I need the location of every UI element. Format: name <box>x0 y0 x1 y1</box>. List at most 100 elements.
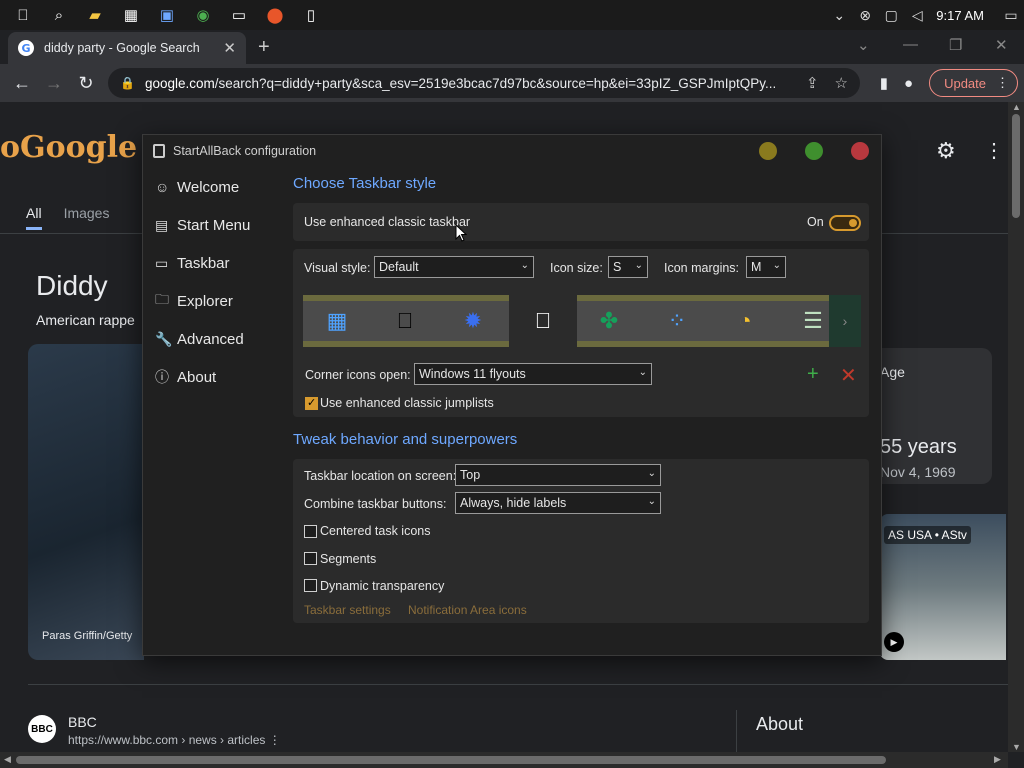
pacman-style-icon[interactable]: ◔ <box>711 295 779 347</box>
apple-dark-style-icon[interactable]:  <box>371 295 439 347</box>
clock[interactable]: 9:17 AM <box>936 8 984 23</box>
notification-icon[interactable]: ▭ <box>1000 4 1022 26</box>
section-title-tweak: Tweak behavior and superpowers <box>293 431 518 448</box>
location-select[interactable]: Top ⌄ <box>455 464 661 486</box>
centered-icons-checkbox[interactable] <box>304 525 317 538</box>
centered-icons-label: Centered task icons <box>320 524 431 538</box>
sidebar-item-welcome[interactable]: ☺ Welcome <box>155 172 285 202</box>
folder-icon: 🗀 <box>155 291 169 307</box>
visual-style-label: Visual style: <box>304 261 371 275</box>
knowledge-panel-photo[interactable] <box>28 344 144 660</box>
book-icon[interactable]: ▯ <box>298 4 324 26</box>
profile-icon[interactable]: ● <box>904 75 913 92</box>
address-bar: ← → ↻ 🔒 google.com/search?q=diddy+party&… <box>0 64 1024 102</box>
sidebar-item-explorer[interactable]: 🗀 Explorer <box>155 286 285 316</box>
minimize-button[interactable]: — <box>903 36 918 53</box>
jumplists-checkbox[interactable] <box>305 396 318 410</box>
volume-icon[interactable]: ◁ <box>906 4 928 26</box>
terminal-icon[interactable]: ▭ <box>226 4 252 26</box>
tab-images[interactable]: Images <box>64 205 110 230</box>
maps-icon[interactable]: ⬤ <box>262 4 288 26</box>
close-window-button[interactable]: ✕ <box>995 36 1008 54</box>
forward-button[interactable]: → <box>38 73 70 94</box>
chrome-icon[interactable]: ◉ <box>190 4 216 26</box>
apple-icon[interactable]:  <box>10 4 36 26</box>
reload-button[interactable]: ↻ <box>70 73 102 94</box>
omnibox[interactable]: 🔒 google.com/search?q=diddy+party&sca_es… <box>108 68 860 98</box>
share-icon[interactable]: ⇪ <box>806 74 819 92</box>
notification-area-icons-link[interactable]: Notification Area icons <box>408 603 527 617</box>
apple-white-style-icon[interactable]:  <box>509 295 577 347</box>
sidebar-item-about[interactable]: ⓘ About <box>155 362 285 392</box>
scrollbar-thumb[interactable] <box>16 756 886 764</box>
taskbar-settings-link[interactable]: Taskbar settings <box>304 603 391 617</box>
google-favicon-icon: G <box>18 40 34 56</box>
new-tab-button[interactable]: + <box>258 36 270 59</box>
settings-gear-icon[interactable]: ⚙ <box>936 138 956 164</box>
result-url[interactable]: https://www.bbc.com › news › articles ⋮ <box>68 733 281 747</box>
corner-icons-select[interactable]: Windows 11 flyouts ⌄ <box>414 363 652 385</box>
vertical-scrollbar[interactable]: ▲ ▼ <box>1008 102 1024 752</box>
dialog-title: StartAllBack configuration <box>173 144 317 158</box>
visual-style-select[interactable]: Default ⌄ <box>374 256 534 278</box>
side-panel-icon[interactable]: ▮ <box>880 74 888 92</box>
lock-icon[interactable]: 🔒 <box>120 76 135 90</box>
photo-credit: Paras Griffin/Getty <box>42 630 133 642</box>
blue-flower-style-icon[interactable]: ✹ <box>439 295 507 347</box>
sidebar-item-taskbar[interactable]: ▭ Taskbar <box>155 248 285 278</box>
close-icon[interactable]: ✕ <box>840 363 857 388</box>
enhanced-taskbar-toggle[interactable] <box>829 215 861 231</box>
url-text[interactable]: google.com/search?q=diddy+party&sca_esv=… <box>145 76 790 91</box>
segments-checkbox[interactable] <box>304 552 317 565</box>
taskbar-icon: ▭ <box>155 254 169 271</box>
icon-size-select[interactable]: S ⌄ <box>608 256 648 278</box>
update-button[interactable]: Update ⋮ <box>929 69 1018 97</box>
back-button[interactable]: ← <box>6 73 38 94</box>
icon-margins-select[interactable]: M ⌄ <box>746 256 786 278</box>
dots-style-icon[interactable]: ⁘ <box>643 295 711 347</box>
corner-icons-label: Corner icons open: <box>305 368 411 382</box>
chevron-right-icon[interactable]: › <box>829 295 861 347</box>
search-icon[interactable]: ⌕ <box>46 4 72 26</box>
tab-all[interactable]: All <box>26 205 42 230</box>
result-source-name[interactable]: BBC <box>68 714 97 730</box>
clover-style-icon[interactable]: ✤ <box>575 295 643 347</box>
combine-select[interactable]: Always, hide labels ⌄ <box>455 492 661 514</box>
tab-title: diddy party - Google Search <box>44 41 200 55</box>
image-app-icon[interactable]: ▣ <box>154 4 180 26</box>
search-tabs: All Images <box>26 205 131 230</box>
grid-app-icon[interactable]: ▦ <box>118 4 144 26</box>
taskbar-style-strip[interactable]: ▦  ✹  ✤ ⁘ ◔ ☰ › <box>303 295 861 347</box>
toggle-state-label: On <box>807 215 824 229</box>
tab-search-icon[interactable]: ⌄ <box>857 36 870 54</box>
network-icon[interactable]: ⊗ <box>854 4 876 26</box>
system-tray: ⌄ ⊗ ▢ ◁ 9:17 AM ▭ <box>826 0 1024 30</box>
close-tab-icon[interactable]: ✕ <box>223 39 236 57</box>
maximize-dot-button[interactable] <box>805 142 823 160</box>
google-doodle-logo[interactable]: oGoogle <box>0 130 137 165</box>
startallback-app-icon <box>153 144 165 158</box>
plus-icon[interactable]: + <box>807 363 819 386</box>
more-options-icon: ⋮ <box>268 733 281 747</box>
knowledge-panel-subtitle: American rappe <box>36 312 135 328</box>
chevron-down-icon: ⌄ <box>520 260 529 271</box>
scrollbar-thumb[interactable] <box>1012 114 1020 218</box>
chevron-down-icon[interactable]: ⌄ <box>828 4 850 26</box>
chevron-down-icon: ⌄ <box>638 367 647 378</box>
scroll-right-icon: ▶ <box>994 754 1001 764</box>
bookmark-star-icon[interactable]: ☆ <box>835 74 848 92</box>
windows11-style-icon[interactable]: ▦ <box>303 295 371 347</box>
folder-icon[interactable]: ▰ <box>82 4 108 26</box>
dynamic-transparency-checkbox[interactable] <box>304 579 317 592</box>
browser-tab[interactable]: G diddy party - Google Search ✕ <box>8 32 246 64</box>
close-dot-button[interactable] <box>851 142 869 160</box>
display-icon[interactable]: ▢ <box>880 4 902 26</box>
minimize-dot-button[interactable] <box>759 142 777 160</box>
restore-button[interactable]: ❐ <box>949 36 962 54</box>
play-icon[interactable]: ▶ <box>884 632 904 652</box>
sidebar-item-start-menu[interactable]: ▤ Start Menu <box>155 210 285 240</box>
startallback-dialog: StartAllBack configuration ☺ Welcome ▤ Sta… <box>142 134 882 656</box>
sidebar-item-advanced[interactable]: 🔧 Advanced <box>155 324 285 354</box>
horizontal-scrollbar[interactable]: ◀ ▶ <box>0 752 1008 768</box>
browser-tabstrip: G diddy party - Google Search ✕ + ⌄ — ❐ … <box>0 30 1024 64</box>
